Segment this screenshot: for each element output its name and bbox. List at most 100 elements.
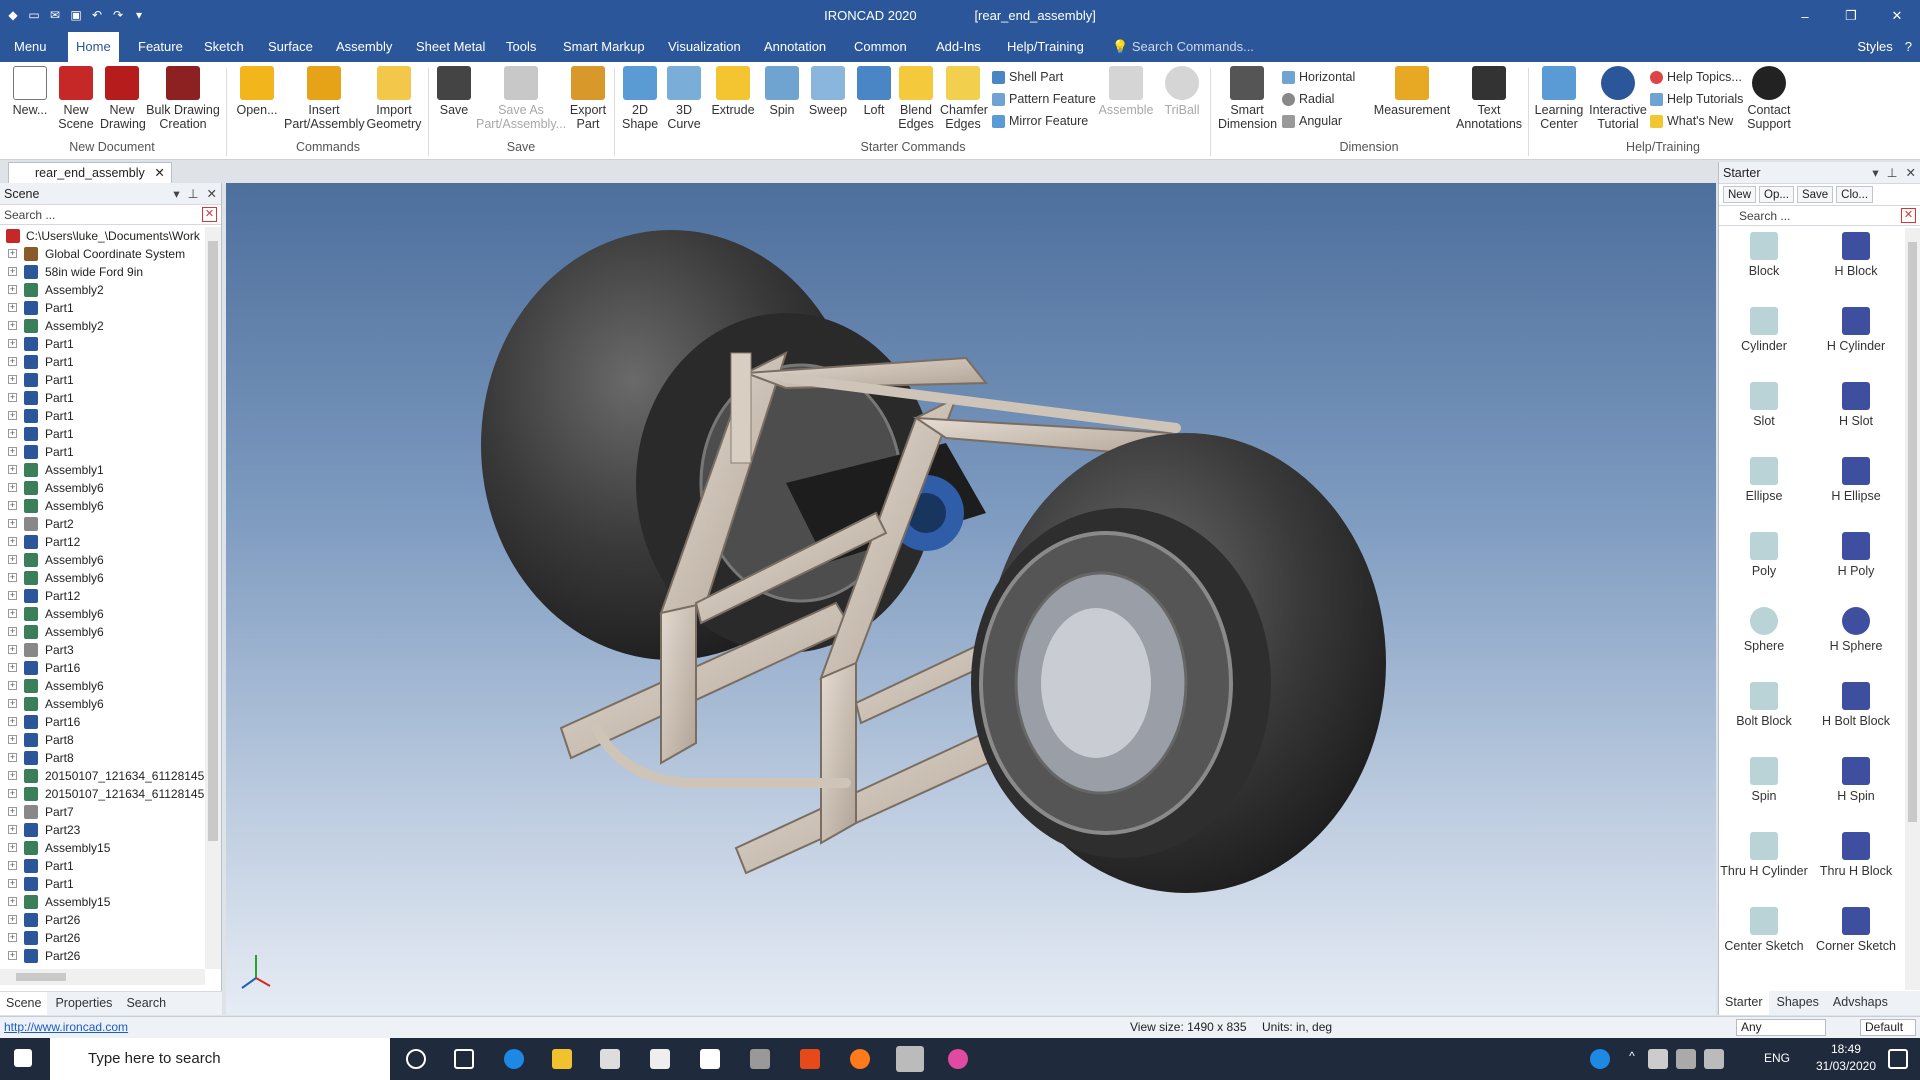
command-search[interactable]: 💡 Search Commands... xyxy=(1112,32,1254,62)
tree-item[interactable]: + Part1 xyxy=(0,335,205,353)
ironcad-taskbar-icon[interactable] xyxy=(896,1046,924,1072)
restore-button[interactable]: ❐ xyxy=(1828,0,1874,32)
tree-item[interactable]: + Assembly15 xyxy=(0,839,205,857)
expand-icon[interactable]: + xyxy=(8,591,17,600)
tree-item[interactable]: + Part26 xyxy=(0,911,205,929)
document-tab[interactable]: rear_end_assembly ✕ xyxy=(8,162,172,183)
notifications-icon[interactable] xyxy=(1888,1049,1908,1069)
expand-icon[interactable]: + xyxy=(8,789,17,798)
catalog-search[interactable]: Search ... ✕ xyxy=(1719,206,1920,226)
catalog-shape-item[interactable]: Bolt Block xyxy=(1719,682,1809,728)
mirror-feature-button[interactable]: Mirror Feature xyxy=(992,114,1088,128)
panel-dropdown-icon[interactable]: ▾ xyxy=(173,183,179,205)
expand-icon[interactable]: + xyxy=(8,357,17,366)
expand-icon[interactable]: + xyxy=(8,663,17,672)
tree-item[interactable]: + Part1 xyxy=(0,353,205,371)
tree-root[interactable]: C:\Users\luke_\Documents\Work xyxy=(0,227,205,245)
blend-edges-button[interactable]: Blend Edges xyxy=(896,66,936,131)
expand-icon[interactable]: + xyxy=(8,681,17,690)
expand-icon[interactable]: + xyxy=(8,537,17,546)
tree-item[interactable]: + Part3 xyxy=(0,641,205,659)
text-annotations-button[interactable]: Text Annotations xyxy=(1456,66,1522,131)
tree-item[interactable]: + Part1 xyxy=(0,443,205,461)
paint-icon[interactable] xyxy=(948,1049,968,1069)
new-button[interactable]: New... xyxy=(8,66,52,117)
task-view-icon[interactable] xyxy=(454,1049,474,1069)
expand-icon[interactable]: + xyxy=(8,501,17,510)
tree-item[interactable]: + Part23 xyxy=(0,821,205,839)
close-tab-icon[interactable]: ✕ xyxy=(154,163,164,183)
expand-icon[interactable]: + xyxy=(8,519,17,528)
angular-button[interactable]: Angular xyxy=(1282,114,1342,128)
tray-chevron-icon[interactable]: ^ xyxy=(1622,1049,1642,1069)
panel-dropdown-icon[interactable]: ▾ xyxy=(1872,162,1878,184)
firefox-icon[interactable] xyxy=(850,1049,870,1069)
catalog-close-button[interactable]: Clo... xyxy=(1836,186,1874,203)
expand-icon[interactable]: + xyxy=(8,375,17,384)
expand-icon[interactable]: + xyxy=(8,465,17,474)
tab-starter[interactable]: Starter xyxy=(1719,991,1769,1015)
tree-item[interactable]: + Part1 xyxy=(0,371,205,389)
expand-icon[interactable]: + xyxy=(8,825,17,834)
smart-dimension-button[interactable]: Smart Dimension xyxy=(1218,66,1277,131)
horizontal-button[interactable]: Horizontal xyxy=(1282,70,1355,84)
catalog-shape-item[interactable]: H Cylinder xyxy=(1811,307,1901,353)
taskbar-clock[interactable]: 18:49 31/03/2020 xyxy=(1816,1041,1876,1075)
minimize-button[interactable]: – xyxy=(1782,0,1828,32)
tab-sheet-metal[interactable]: Sheet Metal xyxy=(408,32,493,62)
volume-icon[interactable] xyxy=(1704,1049,1724,1069)
expand-icon[interactable]: + xyxy=(8,249,17,258)
tree-item[interactable]: + Part2 xyxy=(0,515,205,533)
catalog-shape-item[interactable]: Poly xyxy=(1719,532,1809,578)
app-icon[interactable] xyxy=(750,1049,770,1069)
tree-item[interactable]: + Assembly6 xyxy=(0,605,205,623)
catalog-shape-item[interactable]: Ellipse xyxy=(1719,457,1809,503)
save-as-button[interactable]: Save As Part/Assembly... xyxy=(476,66,566,131)
tab-home[interactable]: Home xyxy=(68,32,119,62)
onedrive-icon[interactable] xyxy=(1648,1049,1668,1069)
tab-advshaps[interactable]: Advshaps xyxy=(1827,991,1894,1015)
tree-item[interactable]: + Assembly6 xyxy=(0,677,205,695)
clear-search-icon[interactable]: ✕ xyxy=(1901,208,1916,223)
tab-add-ins[interactable]: Add-Ins xyxy=(928,32,989,62)
close-panel-icon[interactable]: ✕ xyxy=(1906,162,1916,184)
expand-icon[interactable]: + xyxy=(8,771,17,780)
network-icon[interactable] xyxy=(1676,1049,1696,1069)
pin-icon[interactable]: ⊥ xyxy=(1887,162,1898,184)
catalog-save-button[interactable]: Save xyxy=(1796,186,1834,203)
catalog-shape-item[interactable]: Center Sketch xyxy=(1719,907,1809,953)
loft-button[interactable]: Loft xyxy=(856,66,892,117)
save-button[interactable]: Save xyxy=(436,66,472,117)
tree-item[interactable]: + Part16 xyxy=(0,659,205,677)
expand-icon[interactable]: + xyxy=(8,753,17,762)
catalog-search-input[interactable]: Search ... xyxy=(1739,209,1790,223)
tab-common[interactable]: Common xyxy=(846,32,915,62)
close-button[interactable]: ✕ xyxy=(1874,0,1920,32)
tab-visualization[interactable]: Visualization xyxy=(660,32,749,62)
styles-menu[interactable]: Styles xyxy=(1857,32,1892,62)
catalog-shape-item[interactable]: H Bolt Block xyxy=(1811,682,1901,728)
style-select[interactable]: Default xyxy=(1860,1019,1916,1036)
expand-icon[interactable]: + xyxy=(8,933,17,942)
ironcad-website-link[interactable]: http://www.ironcad.com xyxy=(4,1017,128,1038)
scene-horizontal-scrollbar[interactable] xyxy=(0,969,205,985)
open-button[interactable]: Open... xyxy=(234,66,280,117)
spin-button[interactable]: Spin xyxy=(764,66,800,117)
new-scene-button[interactable]: New Scene xyxy=(56,66,96,131)
help-tutorials-button[interactable]: Help Tutorials xyxy=(1650,92,1743,106)
sweep-button[interactable]: Sweep xyxy=(808,66,848,117)
tree-item[interactable]: +20150107_121634_61128145 xyxy=(0,767,205,785)
dropbox-icon[interactable] xyxy=(700,1049,720,1069)
tree-item[interactable]: +20150107_121634_61128145 xyxy=(0,785,205,803)
tree-item[interactable]: + Assembly6 xyxy=(0,551,205,569)
tree-item[interactable]: + Part1 xyxy=(0,425,205,443)
catalog-shape-item[interactable]: Cylinder xyxy=(1719,307,1809,353)
tree-item[interactable]: + Part26 xyxy=(0,947,205,965)
help-topics-button[interactable]: Help Topics... xyxy=(1650,70,1742,84)
catalog-shape-item[interactable]: H Block xyxy=(1811,232,1901,278)
export-part-button[interactable]: Export Part xyxy=(568,66,608,131)
catalog-shape-item[interactable]: Spin xyxy=(1719,757,1809,803)
insert-part-button[interactable]: Insert Part/Assembly xyxy=(284,66,365,131)
expand-icon[interactable]: + xyxy=(8,717,17,726)
tab-properties[interactable]: Properties xyxy=(49,992,118,1015)
